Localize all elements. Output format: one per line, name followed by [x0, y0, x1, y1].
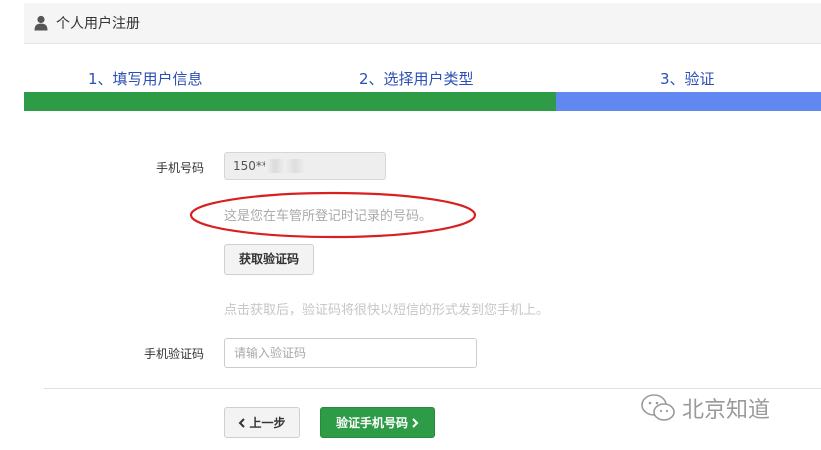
- wechat-icon: [641, 394, 675, 421]
- verify-phone-label: 验证手机号码: [335, 416, 408, 430]
- watermark-text: 北京知道: [682, 398, 771, 423]
- phone-number-field: 150**: [224, 152, 386, 180]
- phone-number-value: 150**: [233, 159, 268, 173]
- progress-remaining: [555, 92, 821, 111]
- redaction-blur: [265, 159, 305, 173]
- step-indicator: 1、填写用户信息 2、选择用户类型 3、验证: [24, 62, 821, 92]
- page-title: 个人用户注册: [56, 16, 140, 32]
- send-code-hint: 点击获取后，验证码将很快以短信的形式发到您手机上。: [224, 303, 550, 318]
- get-verification-code-button[interactable]: 获取验证码: [224, 244, 314, 275]
- verification-code-label: 手机验证码: [143, 347, 204, 361]
- step-2-label: 2、选择用户类型: [359, 70, 474, 88]
- progress-completed: [24, 92, 556, 111]
- verify-phone-button[interactable]: 验证手机号码: [320, 407, 435, 438]
- chevron-left-icon: [239, 417, 246, 428]
- divider: [44, 388, 821, 389]
- watermark: 北京知道: [640, 392, 770, 424]
- chevron-right-icon: [412, 417, 419, 428]
- verification-code-input[interactable]: [224, 338, 477, 368]
- panel-header: 个人用户注册: [24, 3, 821, 44]
- progress-bar: [24, 92, 821, 111]
- step-1-label: 1、填写用户信息: [88, 70, 203, 88]
- user-icon: [34, 15, 48, 31]
- step-3-label: 3、验证: [660, 70, 715, 88]
- previous-step-label: 上一步: [249, 416, 286, 430]
- phone-number-label: 手机号码: [155, 161, 204, 175]
- phone-hint-text: 这是您在车管所登记时记录的号码。: [224, 209, 433, 224]
- previous-step-button[interactable]: 上一步: [224, 407, 300, 438]
